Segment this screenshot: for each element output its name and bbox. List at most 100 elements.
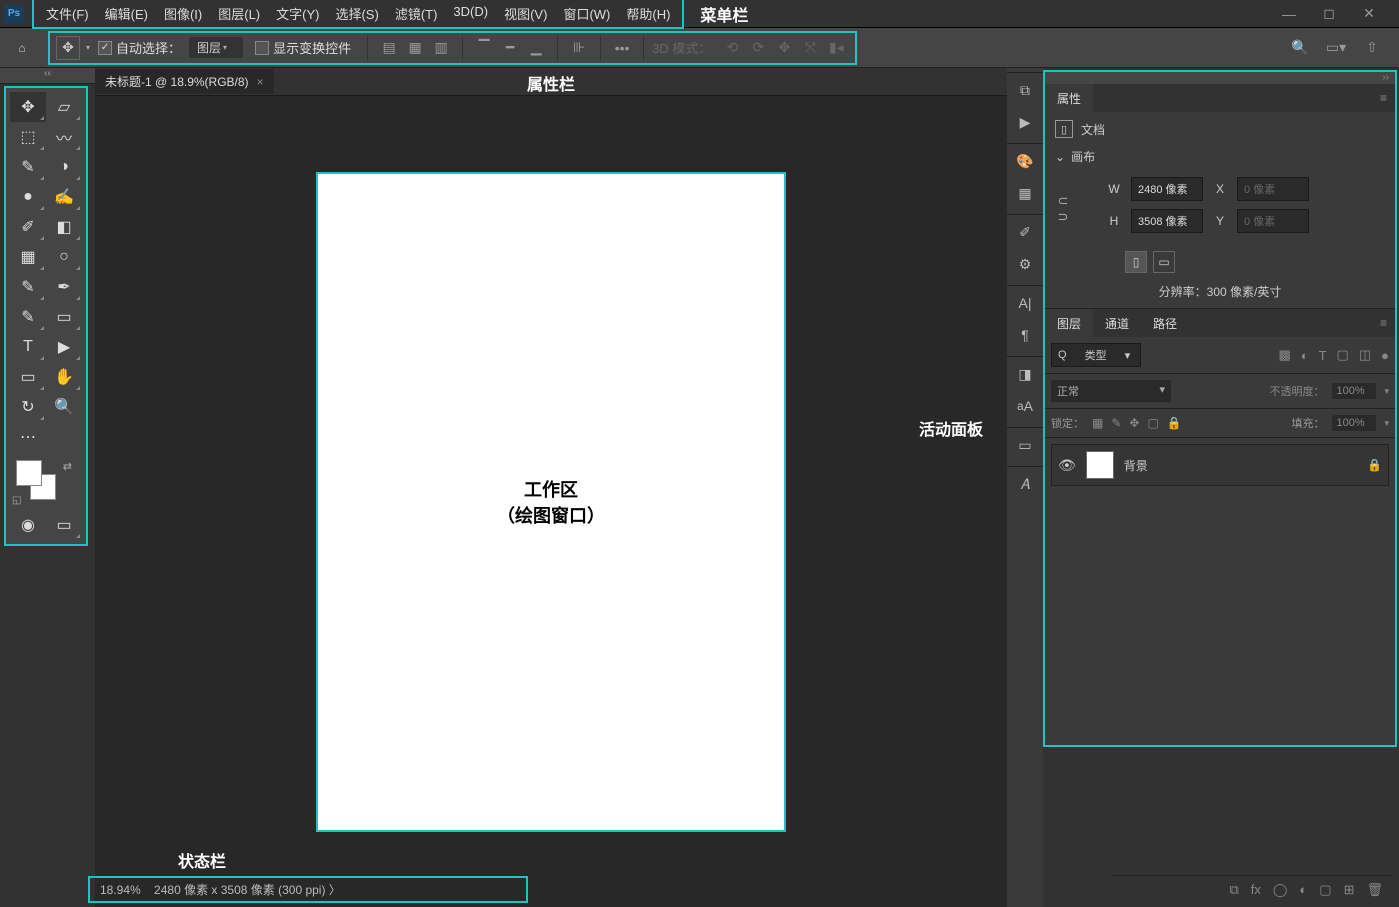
layer-item[interactable]: 👁 背景 🔒 (1051, 444, 1389, 486)
properties-tab[interactable]: 属性 (1045, 84, 1093, 113)
hand-tool[interactable]: ✋ (46, 362, 82, 392)
layer-name[interactable]: 背景 (1124, 457, 1357, 474)
marquee-tool[interactable]: ⬚ (10, 122, 46, 152)
artboard-tool[interactable]: ▱ (46, 92, 82, 122)
align-right-icon[interactable]: ▥ (430, 37, 452, 59)
eraser-tool[interactable]: ◧ (46, 212, 82, 242)
delete-layer-icon[interactable]: 🗑 (1366, 882, 1383, 898)
lock-icon[interactable]: 🔒 (1367, 458, 1382, 472)
panel-collapse-button[interactable]: ›› (1045, 72, 1395, 84)
share-icon[interactable]: ⇧ (1361, 37, 1383, 59)
quick-mask-tool[interactable]: ◉ (10, 510, 46, 540)
maximize-button[interactable]: ◻ (1315, 4, 1343, 24)
align-center-h-icon[interactable]: ▦ (404, 37, 426, 59)
rotate-view-tool[interactable]: ↻ (10, 392, 46, 422)
filter-type-dropdown[interactable]: Q 类型 ▾ (1051, 343, 1141, 367)
status-zoom[interactable]: 18.94% (100, 883, 141, 897)
menu-layer[interactable]: 图层(L) (210, 2, 268, 25)
close-icon[interactable]: × (257, 75, 264, 89)
brushes-panel-icon[interactable]: ✐ (1014, 221, 1036, 243)
status-info[interactable]: 2480 像素 x 3508 像素 (300 ppi) 〉 (154, 883, 341, 897)
swap-colors-icon[interactable]: ⇄ (63, 460, 72, 473)
current-tool-indicator[interactable]: ✥ (56, 36, 80, 60)
layers-tab[interactable]: 图层 (1045, 309, 1093, 338)
toolbox-collapse[interactable]: ‹‹ (0, 68, 95, 84)
link-layers-icon[interactable]: ⧉ (1229, 882, 1238, 898)
x-input[interactable]: 0 像素 (1237, 177, 1309, 201)
menu-window[interactable]: 窗口(W) (555, 2, 618, 25)
shape-tool[interactable]: ▭ (46, 302, 82, 332)
panel-menu-icon[interactable]: ≡ (1372, 91, 1395, 105)
healing-brush-tool[interactable]: ◑ (46, 152, 82, 182)
y-input[interactable]: 0 像素 (1237, 209, 1309, 233)
clone-stamp-tool[interactable]: ✍ (46, 182, 82, 212)
direct-selection-tool[interactable]: ▶ (46, 332, 82, 362)
align-bottom-icon[interactable]: ▁ (525, 37, 547, 59)
panel-menu-icon[interactable]: ≡ (1372, 316, 1395, 330)
screen-mode-tool[interactable]: ▭ (46, 510, 82, 540)
menu-edit[interactable]: 编辑(E) (97, 2, 156, 25)
brush-settings-panel-icon[interactable]: ⚙ (1014, 253, 1036, 275)
landscape-button[interactable]: ▭ (1153, 251, 1175, 273)
home-button[interactable]: ⌂ (8, 34, 36, 62)
blur-tool[interactable]: ○ (46, 242, 82, 272)
rectangle-tool[interactable]: ▭ (10, 362, 46, 392)
paragraph-panel-icon[interactable]: ¶ (1014, 324, 1036, 346)
menu-image[interactable]: 图像(I) (156, 2, 210, 25)
close-button[interactable]: ✕ (1355, 4, 1383, 24)
default-colors-icon[interactable]: ◱ (12, 495, 21, 506)
group-icon[interactable]: ▢ (1319, 882, 1331, 898)
gradient-tool[interactable]: ▦ (10, 242, 46, 272)
show-transform-checkbox[interactable] (255, 41, 269, 55)
chevron-down-icon[interactable]: ▾ (1384, 386, 1389, 397)
history-brush-tool[interactable]: ✐ (10, 212, 46, 242)
menu-type[interactable]: 文字(Y) (268, 2, 327, 25)
menu-file[interactable]: 文件(F) (38, 2, 97, 25)
lock-image-icon[interactable]: ✎ (1111, 416, 1121, 430)
swatches-panel-icon[interactable]: ▦ (1014, 182, 1036, 204)
type-tool[interactable]: T (10, 332, 46, 362)
chevron-down-icon[interactable]: ▾ (1384, 418, 1389, 429)
libraries-panel-icon[interactable]: ▭ (1014, 434, 1036, 456)
document-tab[interactable]: 未标题-1 @ 18.9%(RGB/8) × (95, 69, 274, 94)
workspace-switcher-icon[interactable]: ▭▾ (1325, 37, 1347, 59)
path-selection-tool[interactable]: ✎ (10, 302, 46, 332)
auto-select-checkbox[interactable] (98, 41, 112, 55)
lock-transparency-icon[interactable]: ▦ (1092, 416, 1103, 430)
portrait-button[interactable]: ▯ (1125, 251, 1147, 273)
paths-tab[interactable]: 路径 (1141, 309, 1189, 338)
menu-filter[interactable]: 滤镜(T) (387, 2, 446, 25)
visibility-toggle-icon[interactable]: 👁 (1058, 457, 1076, 474)
distribute-icon[interactable]: ⊪ (568, 37, 590, 59)
foreground-color[interactable] (16, 460, 42, 486)
width-input[interactable]: 2480 像素 (1131, 177, 1203, 201)
eyedropper-tool[interactable]: ✎ (10, 152, 46, 182)
styles-panel-icon[interactable]: aA (1014, 395, 1036, 417)
pen-tool[interactable]: ✒ (46, 272, 82, 302)
fill-input[interactable]: 100% (1332, 415, 1376, 431)
new-layer-icon[interactable]: ⊞ (1344, 882, 1355, 898)
auto-select-dropdown[interactable]: 图层 ▾ (189, 37, 243, 58)
filter-smart-icon[interactable]: ◫ (1359, 347, 1371, 363)
search-icon[interactable]: 🔍 (1289, 37, 1311, 59)
align-top-icon[interactable]: ▔ (473, 37, 495, 59)
minimize-button[interactable]: — (1275, 4, 1303, 24)
opacity-input[interactable]: 100% (1332, 383, 1376, 399)
layer-mask-icon[interactable]: ◯ (1273, 882, 1288, 898)
more-options-icon[interactable]: ••• (611, 37, 633, 59)
lasso-tool[interactable]: 〰 (46, 122, 82, 152)
color-panel-icon[interactable]: 🎨 (1014, 150, 1036, 172)
lock-artboard-icon[interactable]: ▢ (1147, 416, 1158, 430)
filter-toggle-icon[interactable]: ● (1381, 348, 1389, 363)
canvas[interactable]: 工作区 （绘图窗口） (316, 172, 786, 832)
height-input[interactable]: 3508 像素 (1131, 209, 1203, 233)
brush-tool[interactable]: ● (10, 182, 46, 212)
zoom-tool[interactable]: 🔍 (46, 392, 82, 422)
glyphs-panel-icon[interactable]: ◨ (1014, 363, 1036, 385)
character-panel-icon[interactable]: A| (1014, 292, 1036, 314)
move-tool[interactable]: ✥ (10, 92, 46, 122)
history-panel-icon[interactable]: ⧉ (1014, 79, 1036, 101)
dodge-tool[interactable]: ✎ (10, 272, 46, 302)
menu-select[interactable]: 选择(S) (327, 2, 386, 25)
filter-shape-icon[interactable]: ▢ (1337, 347, 1349, 363)
